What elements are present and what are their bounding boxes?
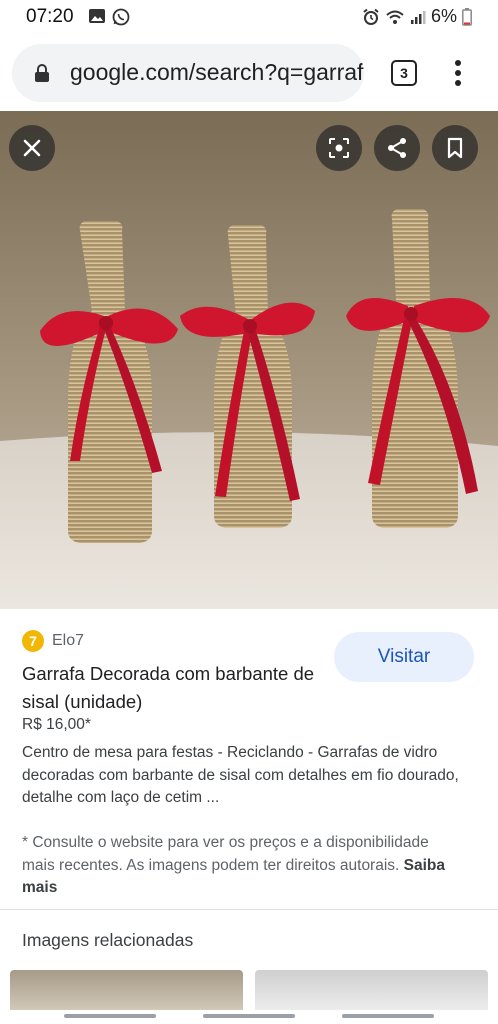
related-image-thumbnail[interactable]	[255, 970, 488, 1010]
result-price: R$ 16,00*	[22, 716, 91, 733]
share-button[interactable]	[374, 125, 420, 171]
share-icon	[388, 138, 406, 158]
signal-icon	[410, 10, 426, 24]
address-bar[interactable]: google.com/search?q=garrafa	[12, 44, 364, 102]
whatsapp-icon	[112, 8, 130, 26]
status-bar: 07:20 6%	[0, 0, 498, 36]
close-icon	[23, 139, 41, 157]
battery-percent: 6%	[430, 6, 457, 26]
tab-switcher-button[interactable]: 3	[391, 60, 417, 86]
more-options-icon[interactable]	[448, 56, 468, 90]
disclaimer: * Consulte o website para ver os preços …	[22, 832, 462, 900]
result-title[interactable]: Garrafa Decorada com barbante de sisal (…	[22, 660, 322, 716]
system-status: 6%	[362, 6, 472, 27]
nav-gesture-bar	[0, 1010, 498, 1024]
status-time: 07:20	[26, 6, 74, 27]
browser-toolbar: google.com/search?q=garrafa 3	[0, 40, 498, 106]
save-button[interactable]	[432, 125, 478, 171]
source-name: Elo7	[52, 632, 85, 649]
visit-button[interactable]: Visitar	[334, 632, 474, 682]
related-images-heading: Imagens relacionadas	[22, 930, 194, 950]
alarm-icon	[363, 8, 379, 25]
divider	[0, 909, 498, 910]
disclaimer-text: * Consulte o website para ver os preços …	[22, 834, 429, 874]
close-button[interactable]	[9, 125, 55, 171]
source-logo: 7	[22, 630, 44, 652]
image-icon	[89, 9, 105, 23]
bottles-photo	[0, 111, 498, 609]
related-image-thumbnail[interactable]	[10, 970, 243, 1010]
url-text: google.com/search?q=garrafa	[70, 59, 364, 85]
bookmark-icon	[447, 137, 463, 159]
notification-icons	[88, 8, 130, 26]
lens-icon	[329, 138, 349, 158]
source-row[interactable]: 7 Elo7	[22, 630, 84, 652]
wifi-icon	[386, 10, 404, 24]
result-description: Centro de mesa para festas - Reciclando …	[22, 744, 459, 806]
battery-icon	[462, 7, 472, 26]
lens-search-button[interactable]	[316, 125, 362, 171]
result-image[interactable]	[0, 111, 498, 609]
lock-icon	[35, 64, 49, 82]
